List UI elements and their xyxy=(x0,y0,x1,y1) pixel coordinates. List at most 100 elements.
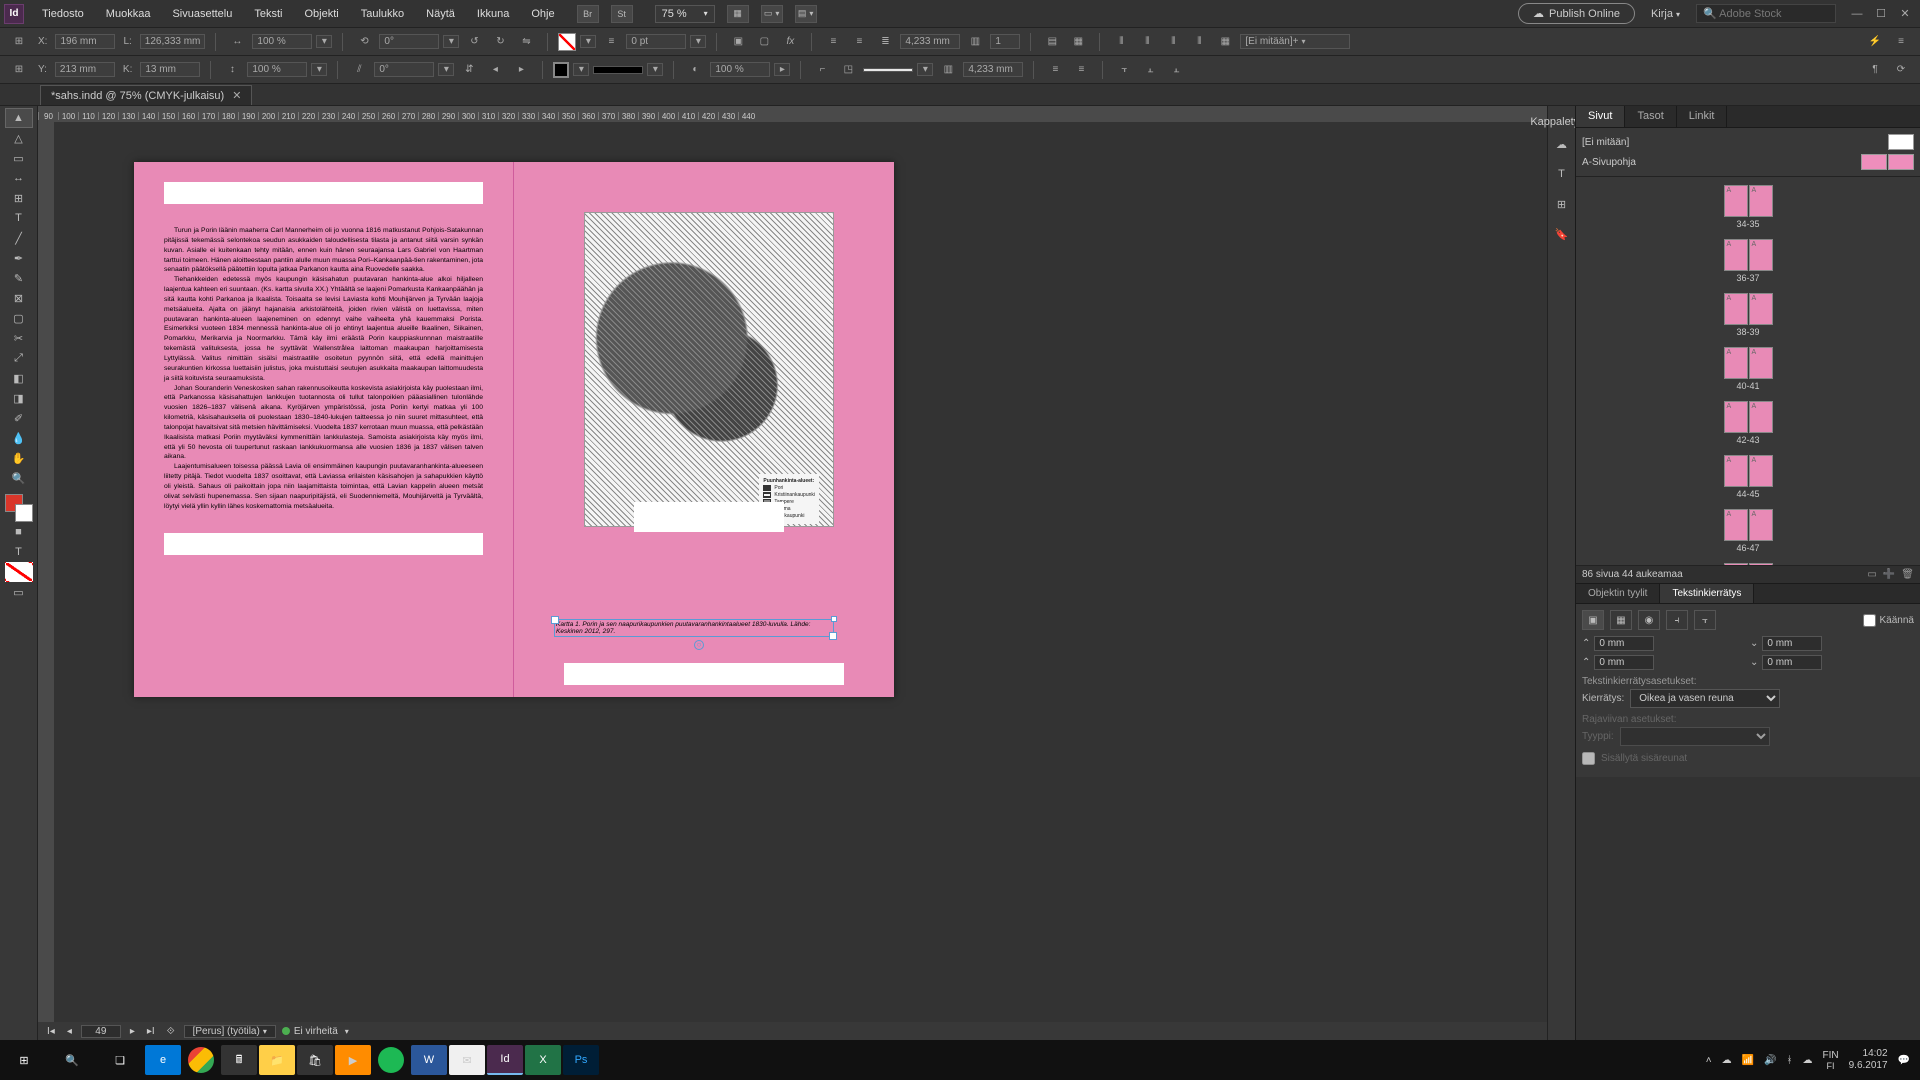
list-icon-2[interactable]: ≡ xyxy=(1070,60,1092,80)
select-next-icon[interactable]: ▸ xyxy=(510,60,532,80)
tab-close-icon[interactable]: ✕ xyxy=(232,89,241,102)
preflight-profile-field[interactable]: [Perus] (työtila) xyxy=(184,1025,276,1038)
col-height-field[interactable]: 4,233 mm xyxy=(900,34,960,49)
ref-point-icon[interactable]: ⊞ xyxy=(8,32,30,52)
menu-table[interactable]: Taulukko xyxy=(351,4,414,24)
vjustify-icon[interactable]: ▦ xyxy=(1067,32,1089,52)
flip-v-icon[interactable]: ⇵ xyxy=(458,60,480,80)
prev-page-button[interactable]: ◂ xyxy=(64,1026,75,1037)
new-page-icon[interactable]: ➕ xyxy=(1883,569,1895,580)
apply-color-icon[interactable]: ■ xyxy=(5,522,33,542)
dist-mid-icon[interactable]: ⫴ xyxy=(1136,32,1158,52)
text-outport[interactable]: ○ xyxy=(694,640,704,650)
minimize-button[interactable]: — xyxy=(1846,5,1868,23)
tray-chevron-icon[interactable]: ˄ xyxy=(1706,1055,1712,1066)
gap-tool[interactable]: ↔ xyxy=(5,168,33,188)
next-page-button[interactable]: ▸ xyxy=(127,1026,138,1037)
tray-volume-icon[interactable]: 🔊 xyxy=(1764,1055,1776,1066)
start-button[interactable]: ⊞ xyxy=(0,1040,48,1080)
tray-network-icon[interactable]: 📶 xyxy=(1742,1055,1754,1066)
workspace-select[interactable]: Kirja xyxy=(1645,6,1686,22)
menu-type[interactable]: Teksti xyxy=(244,4,292,24)
fill-stroke-proxy[interactable] xyxy=(5,494,33,522)
dist-top-icon[interactable]: ⫴ xyxy=(1110,32,1132,52)
page-left[interactable]: Turun ja Porin läänin maaherra Carl Mann… xyxy=(134,162,514,697)
align-bot-icon[interactable]: ⫠ xyxy=(1165,60,1187,80)
gap-dd[interactable]: ▾ xyxy=(917,63,933,76)
footer-placeholder-right[interactable] xyxy=(564,663,844,685)
menu-window[interactable]: Ikkuna xyxy=(467,4,519,24)
col-gutter-field[interactable]: 4,233 mm xyxy=(963,62,1023,77)
tab-links[interactable]: Linkit xyxy=(1677,106,1728,127)
zoom-tool[interactable]: 🔍 xyxy=(5,468,33,488)
screen-mode-tool[interactable]: ▭ xyxy=(5,582,33,602)
rotate-cw-icon[interactable]: ↻ xyxy=(489,32,511,52)
page-thumb[interactable] xyxy=(1724,401,1773,433)
taskbar-movies[interactable]: ▶ xyxy=(335,1045,371,1075)
gradient-swatch-tool[interactable]: ◧ xyxy=(5,368,33,388)
tab-object-styles[interactable]: Objektin tyylit xyxy=(1576,584,1660,603)
close-button[interactable]: ✕ xyxy=(1894,5,1916,23)
current-page-field[interactable]: 49 xyxy=(81,1025,121,1038)
page-right[interactable]: Puunhankinta-alueet: Pori Kristiinankaup… xyxy=(514,162,894,697)
tray-lang2[interactable]: FI xyxy=(1823,1061,1839,1071)
clear-overrides-icon[interactable]: ¶ xyxy=(1864,60,1886,80)
caption-text-frame-selected[interactable]: Kartta 1. Porin ja sen naapurikaupunkien… xyxy=(554,619,834,637)
note-tool[interactable]: ✐ xyxy=(5,408,33,428)
tray-clock[interactable]: 14:02 9.6.2017 xyxy=(1849,1048,1888,1072)
gap-field[interactable] xyxy=(863,68,913,72)
stock-search[interactable]: 🔍 Adobe Stock xyxy=(1696,4,1836,23)
wrap-jump-icon[interactable]: ⫞ xyxy=(1666,610,1688,630)
wrap-none-icon[interactable]: ▣ xyxy=(1582,610,1604,630)
header-placeholder[interactable] xyxy=(164,182,483,204)
taskbar-photoshop[interactable]: Ps xyxy=(563,1045,599,1075)
wrap-shape-icon[interactable]: ◉ xyxy=(1638,610,1660,630)
page-thumb[interactable] xyxy=(1724,185,1773,217)
rotate-dd[interactable]: ▾ xyxy=(443,35,459,48)
tray-bluetooth-icon[interactable]: ᚼ xyxy=(1787,1055,1793,1066)
opacity-field[interactable]: 100 % xyxy=(710,62,770,77)
tray-lang1[interactable]: FIN xyxy=(1823,1050,1839,1061)
pencil-tool[interactable]: ✎ xyxy=(5,268,33,288)
fx-icon[interactable]: fx xyxy=(779,32,801,52)
formatting-container-icon[interactable]: T xyxy=(5,542,33,562)
rectangle-tool[interactable]: ▢ xyxy=(5,308,33,328)
first-page-button[interactable]: I◂ xyxy=(44,1026,58,1037)
scale-x-field[interactable]: 100 % xyxy=(252,34,312,49)
menu-help[interactable]: Ohje xyxy=(521,4,564,24)
stock-icon[interactable]: St xyxy=(611,5,633,23)
bridge-icon[interactable]: Br xyxy=(577,5,599,23)
selection-tool[interactable]: ▲ xyxy=(5,108,33,128)
search-button[interactable]: 🔍 xyxy=(48,1040,96,1080)
invert-checkbox[interactable] xyxy=(1863,614,1876,627)
zoom-select[interactable]: 75 % xyxy=(655,5,715,23)
wrap-bounding-icon[interactable]: ▦ xyxy=(1610,610,1632,630)
select-prev-icon[interactable]: ◂ xyxy=(484,60,506,80)
tab-layers[interactable]: Tasot xyxy=(1625,106,1676,127)
shear-dd[interactable]: ▾ xyxy=(438,63,454,76)
master-a[interactable]: A-Sivupohja xyxy=(1582,152,1914,172)
flip-h-icon[interactable]: ⇋ xyxy=(515,32,537,52)
tab-text-wrap[interactable]: Tekstinkierrätys xyxy=(1660,584,1754,603)
rotate-ccw-icon[interactable]: ↺ xyxy=(463,32,485,52)
rotate-field[interactable]: 0° xyxy=(379,34,439,49)
tab-pages[interactable]: Sivut xyxy=(1576,106,1625,127)
fit-content-icon[interactable]: ▣ xyxy=(727,32,749,52)
offset-right-field[interactable] xyxy=(1762,655,1822,670)
stroke-style-field[interactable] xyxy=(593,66,643,74)
taskbar-edge[interactable]: e xyxy=(145,1045,181,1075)
taskbar-calculator[interactable]: 🖩 xyxy=(221,1045,257,1075)
screen-mode-icon[interactable]: ▭ xyxy=(761,5,783,23)
align-justify-icon[interactable]: ≣ xyxy=(874,32,896,52)
pages-list[interactable]: 34-3536-3738-3940-4142-4344-4546-4748-49 xyxy=(1576,176,1920,566)
bookmarks-icon[interactable]: 🔖 xyxy=(1552,228,1572,248)
object-style-field[interactable]: [Ei mitään]+ xyxy=(1240,34,1350,49)
edit-page-size-icon[interactable]: ▭ xyxy=(1867,569,1876,580)
pen-tool[interactable]: ✒ xyxy=(5,248,33,268)
stroke-pt-dd[interactable]: ▾ xyxy=(690,35,706,48)
last-page-button[interactable]: ▸I xyxy=(144,1026,158,1037)
menu-layout[interactable]: Sivuasettelu xyxy=(162,4,242,24)
corner-icon[interactable]: ⌐ xyxy=(811,60,833,80)
apply-none-icon[interactable] xyxy=(5,562,33,582)
taskbar-chrome[interactable] xyxy=(183,1045,219,1075)
